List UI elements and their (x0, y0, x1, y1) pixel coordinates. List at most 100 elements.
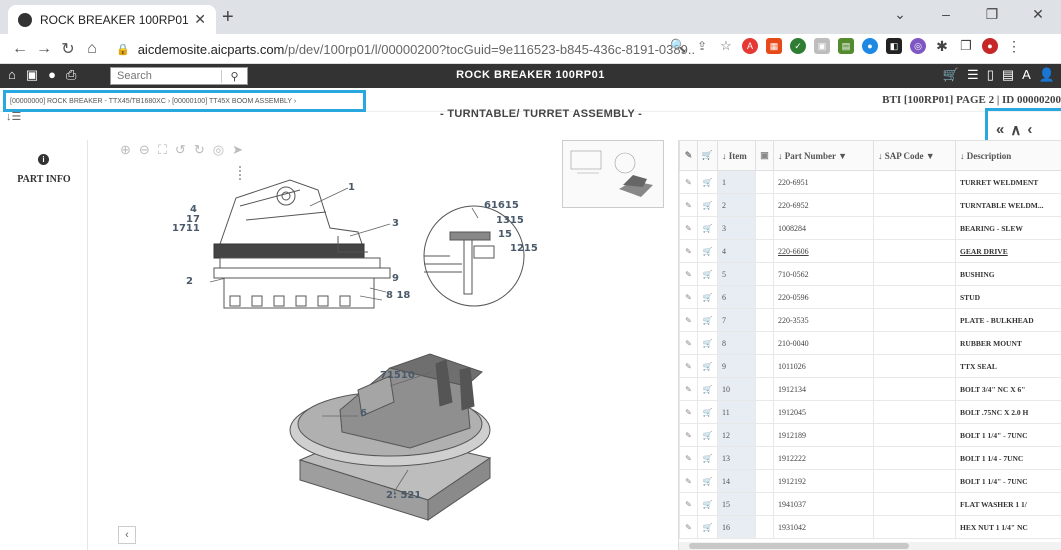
part-number-cell[interactable]: 1008284 (773, 216, 874, 240)
part-number-cell[interactable]: 220-0596 (773, 285, 874, 309)
part-number-cell[interactable]: 1912192 (773, 469, 874, 493)
edit-icon[interactable]: ✎ (679, 285, 698, 309)
edit-icon[interactable]: ✎ (679, 239, 698, 263)
edit-column-icon[interactable]: ✎ (679, 140, 698, 171)
callout-label[interactable]: 15 (498, 229, 512, 240)
table-row[interactable]: ✎ 🛒 4 220-6606 GEAR DRIVE (679, 239, 1061, 263)
callout-label[interactable]: 9 (392, 273, 399, 284)
table-row[interactable]: ✎ 🛒 12 1912189 BOLT 1 1/4" - 7UNC (679, 423, 1061, 447)
document-icon[interactable]: ▯ (987, 67, 994, 83)
new-tab-icon[interactable]: + (222, 6, 234, 29)
description-cell[interactable]: BEARING - SLEW (955, 216, 1061, 240)
part-number-cell[interactable]: 1011026 (773, 354, 874, 378)
edit-icon[interactable]: ✎ (679, 400, 698, 424)
edit-icon[interactable]: ✎ (679, 331, 698, 355)
part-number-cell[interactable]: 1912189 (773, 423, 874, 447)
table-row[interactable]: ✎ 🛒 5 710-0562 BUSHING (679, 262, 1061, 286)
description-cell[interactable]: TURNTABLE WELDM... (955, 193, 1061, 217)
description-cell[interactable]: BOLT 3/4" NC X 6" (955, 377, 1061, 401)
description-cell[interactable]: GEAR DRIVE (955, 239, 1061, 263)
part-number-cell[interactable]: 220-3535 (773, 308, 874, 332)
description-cell[interactable]: FLAT WASHER 1 1/ (955, 492, 1061, 516)
part-number-cell[interactable]: 710-0562 (773, 262, 874, 286)
add-to-cart-icon[interactable]: 🛒 (697, 492, 718, 516)
callout-label[interactable]: 1711 (172, 223, 200, 234)
add-to-cart-icon[interactable]: 🛒 (697, 285, 718, 309)
horizontal-scrollbar[interactable] (679, 542, 1061, 550)
add-to-cart-icon[interactable]: 🛒 (697, 239, 718, 263)
previous-page-icon[interactable]: ‹ (1027, 121, 1032, 138)
callout-label[interactable]: 61615 (484, 200, 519, 211)
table-row[interactable]: ✎ 🛒 8 210-0040 RUBBER MOUNT (679, 331, 1061, 355)
callout-label[interactable]: 1315 (496, 215, 524, 226)
add-to-cart-icon[interactable]: 🛒 (697, 193, 718, 217)
cart-icon[interactable]: 🛒 (943, 67, 959, 83)
scrollbar-thumb[interactable] (689, 543, 909, 549)
filter-icon[interactable]: ▼ (926, 151, 935, 161)
image-column-icon[interactable]: ▣ (755, 140, 774, 171)
browser-tab[interactable]: ROCK BREAKER 100RP01 ✕ (8, 5, 216, 34)
part-number-cell[interactable]: 1931042 (773, 515, 874, 539)
share-icon[interactable]: ⇪ (694, 38, 710, 54)
part-number-cell[interactable]: 1912134 (773, 377, 874, 401)
table-row[interactable]: ✎ 🛒 10 1912134 BOLT 3/4" NC X 6" (679, 377, 1061, 401)
home-icon[interactable]: ⌂ (80, 40, 104, 58)
extension-dark-icon[interactable]: ◧ (886, 38, 902, 54)
add-to-cart-icon[interactable]: 🛒 (697, 515, 718, 539)
breadcrumb[interactable]: [00000000] ROCK BREAKER - TTX45/TB1680XC… (3, 90, 366, 112)
callout-label[interactable]: 1215 (510, 243, 538, 254)
sidepanel-icon[interactable]: ❐ (958, 38, 974, 54)
edit-icon[interactable]: ✎ (679, 515, 698, 539)
part-number-column-header[interactable]: ↓ Part Number ▼ (773, 140, 874, 171)
edit-icon[interactable]: ✎ (679, 193, 698, 217)
description-cell[interactable]: BOLT 1 1/4" - 7UNC (955, 423, 1061, 447)
menu-kebab-icon[interactable]: ⋮ (1006, 38, 1022, 54)
extensions-puzzle-icon[interactable]: ✱ (934, 38, 950, 54)
first-page-icon[interactable]: « (996, 121, 1004, 138)
up-icon[interactable]: ∧ (1010, 121, 1021, 139)
url-field[interactable]: 🔒 aicdemosite.aicparts.com /p/dev/100rp0… (116, 37, 696, 61)
edit-icon[interactable]: ✎ (679, 308, 698, 332)
table-row[interactable]: ✎ 🛒 1 220-6951 TURRET WELDMENT (679, 170, 1061, 194)
extension-blue-icon[interactable]: ● (862, 38, 878, 54)
table-row[interactable]: ✎ 🛒 7 220-3535 PLATE - BULKHEAD (679, 308, 1061, 332)
table-row[interactable]: ✎ 🛒 16 1931042 HEX NUT 1 1/4" NC (679, 515, 1061, 539)
minimize-icon[interactable]: – (923, 0, 969, 30)
list-icon[interactable]: ☰ (967, 67, 979, 83)
description-cell[interactable]: TTX SEAL (955, 354, 1061, 378)
add-to-cart-icon[interactable]: 🛒 (697, 170, 718, 194)
add-to-cart-icon[interactable]: 🛒 (697, 331, 718, 355)
callout-label[interactable]: 8 18 (386, 290, 410, 301)
callout-label[interactable]: 6 (360, 408, 367, 419)
sort-icon[interactable]: ↓☰ (6, 110, 21, 123)
part-number-cell[interactable]: 1912222 (773, 446, 874, 470)
back-icon[interactable]: ← (8, 40, 32, 58)
callout-label[interactable]: 1 (348, 182, 355, 193)
restore-icon[interactable]: ❐ (969, 0, 1015, 30)
description-cell[interactable]: RUBBER MOUNT (955, 331, 1061, 355)
add-to-cart-icon[interactable]: 🛒 (697, 469, 718, 493)
description-cell[interactable]: HEX NUT 1 1/4" NC (955, 515, 1061, 539)
part-number-cell[interactable]: 1941037 (773, 492, 874, 516)
add-to-cart-icon[interactable]: 🛒 (697, 262, 718, 286)
close-window-icon[interactable]: ✕ (1015, 0, 1061, 30)
cart-column-icon[interactable]: 🛒 (697, 140, 718, 171)
close-tab-icon[interactable]: ✕ (194, 11, 206, 28)
sap-code-column-header[interactable]: ↓ SAP Code ▼ (873, 140, 956, 171)
table-row[interactable]: ✎ 🛒 2 220-6952 TURNTABLE WELDM... (679, 193, 1061, 217)
callout-label[interactable]: 71510 (380, 370, 415, 381)
part-info-label[interactable]: PART INFO (0, 174, 88, 185)
table-row[interactable]: ✎ 🛒 14 1912192 BOLT 1 1/4" - 7UNC (679, 469, 1061, 493)
description-column-header[interactable]: ↓ Description (955, 140, 1061, 171)
description-cell[interactable]: BUSHING (955, 262, 1061, 286)
table-row[interactable]: ✎ 🛒 6 220-0596 STUD (679, 285, 1061, 309)
description-cell[interactable]: PLATE - BULKHEAD (955, 308, 1061, 332)
extension-purple-icon[interactable]: ◎ (910, 38, 926, 54)
table-row[interactable]: ✎ 🛒 13 1912222 BOLT 1 1/4 - 7UNC (679, 446, 1061, 470)
bookmark-star-icon[interactable]: ☆ (718, 38, 734, 54)
table-row[interactable]: ✎ 🛒 15 1941037 FLAT WASHER 1 1/ (679, 492, 1061, 516)
edit-icon[interactable]: ✎ (679, 423, 698, 447)
filter-icon[interactable]: ▼ (838, 151, 847, 161)
user-icon[interactable]: 👤 (1039, 67, 1055, 83)
zoom-icon[interactable]: 🔍 (670, 38, 686, 54)
